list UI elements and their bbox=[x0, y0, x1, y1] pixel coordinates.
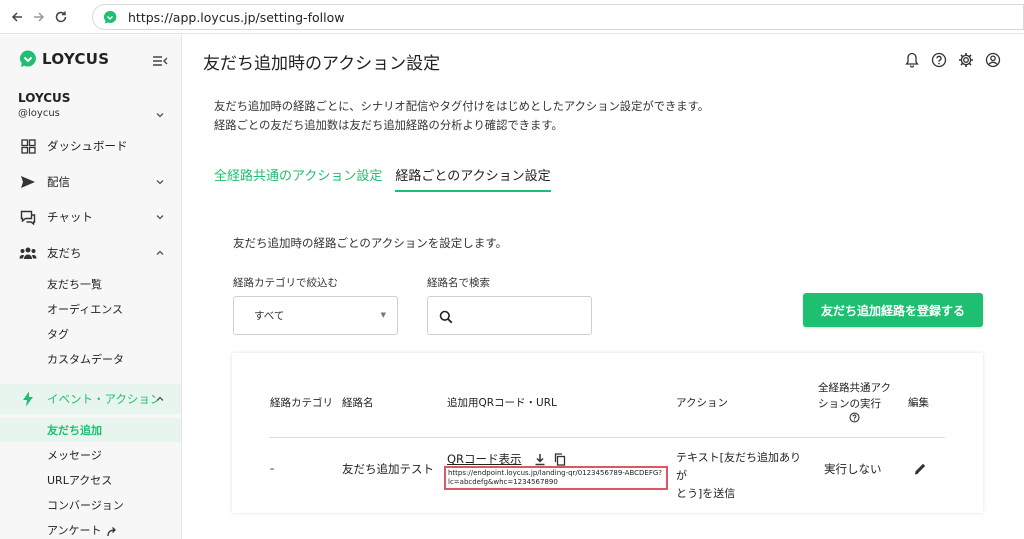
account-name: LOYCUS bbox=[18, 91, 71, 105]
main-content: 友だち追加時のアクション設定 友だち追加時の経路ごとに、シナリオ配信やタグ付けを… bbox=[183, 35, 1024, 539]
registration-url-line: https://endpoint.loycus.jp/landing-qr/01… bbox=[448, 469, 663, 477]
lightning-icon bbox=[19, 390, 37, 408]
route-search-field[interactable] bbox=[427, 296, 592, 335]
sidebar-item-friends[interactable]: 友だち bbox=[0, 238, 181, 268]
loycus-logo[interactable]: LOYCUS bbox=[18, 49, 109, 69]
collapse-sidebar-icon[interactable] bbox=[152, 53, 168, 67]
address-bar[interactable]: https://app.loycus.jp/setting-follow bbox=[92, 4, 1024, 30]
caret-down-icon: ▼ bbox=[380, 311, 386, 319]
header-common-line: 全経路共通アク bbox=[818, 382, 891, 394]
header-edit: 編集 bbox=[908, 397, 929, 409]
sidebar-item-label: チャット bbox=[47, 210, 93, 224]
account-id: @loycus bbox=[18, 108, 60, 119]
url-text: https://app.loycus.jp/setting-follow bbox=[128, 9, 345, 25]
sidebar-subitem-custom-data[interactable]: カスタムデータ bbox=[0, 347, 181, 371]
back-icon[interactable] bbox=[6, 6, 28, 28]
sidebar-subitem-message[interactable]: メッセージ bbox=[0, 443, 181, 467]
page-description: 友だち追加時の経路ごとに、シナリオ配信やタグ付けをはじめとしたアクション設定がで… bbox=[214, 97, 709, 135]
section-description: 友だち追加時の経路ごとのアクションを設定します。 bbox=[233, 236, 508, 250]
sidebar-item-label: イベント・アクション bbox=[47, 392, 162, 406]
sidebar-subitem-label: 友だち一覧 bbox=[47, 278, 102, 291]
account-switcher[interactable]: LOYCUS @loycus bbox=[18, 91, 70, 119]
sidebar-item-label: ダッシュボード bbox=[47, 139, 128, 153]
sidebar-subitem-label: コンバージョン bbox=[47, 499, 124, 512]
user-account-icon[interactable] bbox=[984, 51, 1002, 69]
sidebar-subitem-conversion[interactable]: コンバージョン bbox=[0, 493, 181, 517]
row-category: - bbox=[270, 461, 275, 475]
sidebar-item-chat[interactable]: チャット bbox=[0, 202, 181, 232]
chevron-up-icon bbox=[156, 250, 164, 255]
description-line: 経路ごとの友だち追加数は友だち追加経路の分析より確認できます。 bbox=[214, 119, 563, 132]
bell-icon[interactable] bbox=[903, 51, 921, 69]
row-action: テキスト[友だち追加ありが とう]を送信 bbox=[676, 449, 806, 503]
row-action-line: とう]を送信 bbox=[676, 487, 736, 500]
sidebar-subitem-label: URLアクセス bbox=[47, 474, 113, 487]
browser-toolbar: https://app.loycus.jp/setting-follow bbox=[0, 0, 1024, 34]
sidebar-item-label: 配信 bbox=[47, 175, 70, 189]
sidebar-subitem-label: タグ bbox=[47, 328, 69, 341]
sidebar-subitem-survey[interactable]: アンケート bbox=[0, 518, 181, 539]
row-action-line: テキスト[友だち追加ありが bbox=[676, 451, 801, 482]
registration-url-line: lc=abcdefg&whc=1234567890 bbox=[448, 478, 558, 486]
help-icon[interactable] bbox=[930, 51, 948, 69]
register-route-button[interactable]: 友だち追加経路を登録する bbox=[803, 293, 983, 327]
select-value: すべて bbox=[254, 310, 285, 322]
category-filter-select[interactable]: すべて ▼ bbox=[233, 296, 398, 335]
sidebar-subitem-label: メッセージ bbox=[47, 449, 102, 462]
sidebar-subitem-label: アンケート bbox=[47, 524, 102, 537]
sidebar-item-label: 友だち bbox=[47, 246, 82, 260]
sidebar-subitem-tag[interactable]: タグ bbox=[0, 322, 181, 346]
header-route-name: 経路名 bbox=[342, 397, 374, 409]
sidebar: LOYCUS LOYCUS @loycus ダッシュボード 配信 チャット 友だ… bbox=[0, 35, 182, 539]
people-icon bbox=[19, 244, 37, 262]
forward-icon[interactable] bbox=[28, 6, 50, 28]
help-icon[interactable] bbox=[818, 412, 891, 428]
search-label: 経路名で検索 bbox=[427, 277, 490, 289]
row-common-exec: 実行しない bbox=[824, 462, 882, 476]
header-divider bbox=[269, 437, 945, 438]
sidebar-item-dashboard[interactable]: ダッシュボード bbox=[0, 131, 181, 161]
chevron-down-icon bbox=[156, 215, 164, 220]
header-common-line: ションの実行 bbox=[818, 398, 881, 410]
row-route-name: 友だち追加テスト bbox=[342, 462, 434, 476]
page-title: 友だち追加時のアクション設定 bbox=[203, 54, 441, 74]
tab-route-action[interactable]: 経路ごとのアクション設定 bbox=[395, 165, 551, 192]
header-action: アクション bbox=[676, 397, 728, 409]
dashboard-icon bbox=[19, 137, 37, 155]
action-setting-tabs: 全経路共通のアクション設定 経路ごとのアクション設定 bbox=[214, 165, 564, 192]
search-input[interactable] bbox=[462, 309, 582, 322]
chevron-up-icon bbox=[156, 396, 164, 401]
reload-icon[interactable] bbox=[50, 6, 72, 28]
search-icon bbox=[439, 309, 453, 328]
sidebar-subitem-label: カスタムデータ bbox=[47, 353, 124, 366]
sidebar-subitem-label: オーディエンス bbox=[47, 303, 124, 316]
gear-icon[interactable] bbox=[957, 51, 975, 69]
registration-url-highlight[interactable]: https://endpoint.loycus.jp/landing-qr/01… bbox=[444, 466, 668, 490]
sidebar-subitem-audience[interactable]: オーディエンス bbox=[0, 297, 181, 321]
tab-common-action[interactable]: 全経路共通のアクション設定 bbox=[214, 165, 382, 192]
sidebar-item-event-action[interactable]: イベント・アクション bbox=[0, 384, 181, 414]
sidebar-subitem-friend-add[interactable]: 友だち追加 bbox=[0, 418, 181, 442]
chevron-down-icon[interactable] bbox=[155, 105, 165, 124]
chevron-down-icon bbox=[156, 180, 164, 185]
sidebar-subitem-label: 友だち追加 bbox=[47, 424, 102, 437]
header-common-exec: 全経路共通アク ションの実行 bbox=[818, 380, 891, 428]
sidebar-subitem-url-access[interactable]: URLアクセス bbox=[0, 468, 181, 492]
header-icons bbox=[903, 51, 1002, 69]
route-table: 経路カテゴリ 経路名 追加用QRコード・URL アクション 全経路共通アク ショ… bbox=[232, 353, 983, 513]
loycus-logo-icon bbox=[20, 50, 36, 67]
description-line: 友だち追加時の経路ごとに、シナリオ配信やタグ付けをはじめとしたアクション設定がで… bbox=[214, 100, 710, 113]
external-link-icon bbox=[106, 523, 118, 539]
pencil-icon[interactable] bbox=[913, 461, 927, 480]
site-favicon-icon bbox=[102, 9, 118, 25]
logo-text: LOYCUS bbox=[42, 50, 110, 68]
chat-icon bbox=[19, 208, 37, 226]
header-category: 経路カテゴリ bbox=[270, 397, 333, 409]
send-icon bbox=[19, 173, 37, 191]
header-qr-url: 追加用QRコード・URL bbox=[447, 397, 557, 409]
qr-display-link[interactable]: QRコード表示 bbox=[447, 451, 522, 467]
sidebar-subitem-friend-list[interactable]: 友だち一覧 bbox=[0, 272, 181, 296]
sidebar-item-delivery[interactable]: 配信 bbox=[0, 167, 181, 197]
filter-label: 経路カテゴリで絞込む bbox=[233, 277, 338, 289]
